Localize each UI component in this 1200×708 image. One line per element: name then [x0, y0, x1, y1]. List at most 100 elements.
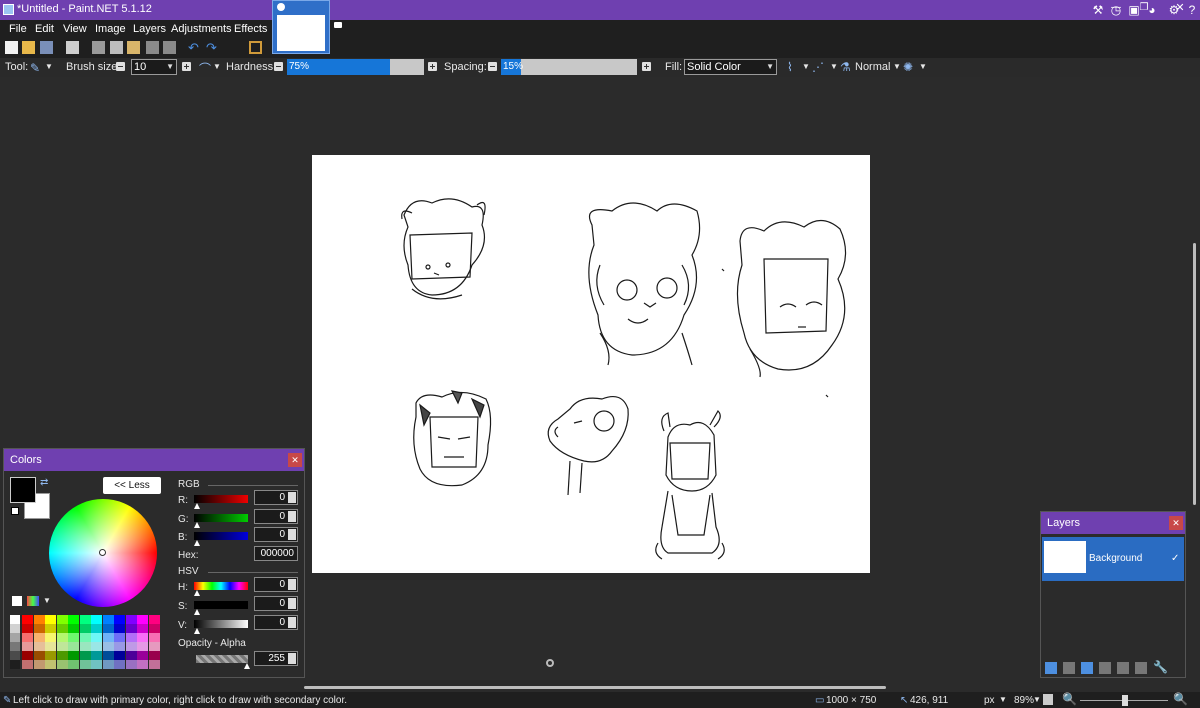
palette-swatch[interactable]: [33, 615, 45, 624]
palette-swatch[interactable]: [125, 624, 137, 633]
menu-adjustments[interactable]: Adjustments: [171, 23, 232, 35]
palette-swatch[interactable]: [22, 624, 33, 633]
undo-icon[interactable]: ↶: [188, 41, 201, 54]
alpha-input[interactable]: 255: [254, 651, 298, 666]
b-slider-thumb[interactable]: [194, 540, 200, 546]
horizontal-scrollbar[interactable]: [304, 686, 886, 689]
palette-swatch[interactable]: [10, 633, 20, 642]
palette-swatch[interactable]: [137, 633, 148, 642]
s-slider[interactable]: [194, 601, 248, 609]
palette-swatch[interactable]: [91, 624, 102, 633]
menu-layers[interactable]: Layers: [133, 23, 166, 35]
move-layer-up-icon[interactable]: [1117, 662, 1129, 674]
palette-swatch[interactable]: [137, 642, 148, 651]
add-to-palette-icon[interactable]: [12, 596, 22, 606]
palette-dropdown-icon[interactable]: ▼: [43, 596, 51, 605]
layers-close-button[interactable]: ✕: [1169, 516, 1183, 530]
palette-swatch[interactable]: [10, 651, 20, 660]
brush-size-increase-button[interactable]: [182, 62, 191, 71]
palette-swatch[interactable]: [125, 642, 137, 651]
palette-swatch[interactable]: [125, 651, 137, 660]
reset-colors-icon[interactable]: [11, 507, 19, 515]
palette-swatch[interactable]: [22, 615, 33, 624]
palette-swatch[interactable]: [114, 633, 125, 642]
less-button[interactable]: << Less: [103, 477, 161, 494]
palette-swatch[interactable]: [45, 660, 56, 669]
h-input[interactable]: 0: [254, 577, 298, 592]
zoom-value[interactable]: 89%: [1014, 695, 1034, 706]
palette-swatch[interactable]: [33, 660, 45, 669]
menu-image[interactable]: Image: [95, 23, 126, 35]
r-slider-thumb[interactable]: [194, 503, 200, 509]
palette-swatch[interactable]: [137, 660, 148, 669]
menu-file[interactable]: File: [9, 23, 27, 35]
palette-swatch[interactable]: [148, 660, 160, 669]
palette-swatch[interactable]: [137, 651, 148, 660]
palette-swatch[interactable]: [102, 660, 114, 669]
layers-window-header[interactable]: Layers ✕: [1041, 512, 1185, 534]
unit-selector[interactable]: px: [984, 695, 995, 706]
blend-dropdown-icon[interactable]: ▼: [802, 62, 810, 71]
palette-swatch[interactable]: [22, 633, 33, 642]
palette-swatch[interactable]: [79, 651, 91, 660]
g-slider-thumb[interactable]: [194, 522, 200, 528]
b-slider[interactable]: [194, 532, 248, 540]
palette-swatch[interactable]: [45, 642, 56, 651]
zoom-dropdown-icon[interactable]: ▼: [1033, 695, 1041, 704]
palette-swatch[interactable]: [102, 633, 114, 642]
zoom-slider-thumb[interactable]: [1122, 695, 1128, 706]
spacing-decrease-button[interactable]: [488, 62, 497, 71]
redo-icon[interactable]: ↷: [206, 41, 219, 54]
r-slider[interactable]: [194, 495, 248, 503]
r-input[interactable]: 0: [254, 490, 298, 505]
palette-swatch[interactable]: [148, 615, 160, 624]
palette-swatch[interactable]: [56, 651, 68, 660]
fill-dropdown[interactable]: Solid Color ▼: [684, 59, 777, 75]
unit-dropdown-icon[interactable]: ▼: [999, 695, 1007, 704]
deselect-icon[interactable]: [163, 41, 176, 54]
palette-swatch[interactable]: [125, 615, 137, 624]
hardness-increase-button[interactable]: [428, 62, 437, 71]
paste-icon[interactable]: [127, 41, 140, 54]
vertical-scrollbar[interactable]: [1193, 243, 1196, 505]
palette-swatch[interactable]: [102, 651, 114, 660]
canvas-handle-icon[interactable]: [546, 659, 554, 667]
palette-swatch[interactable]: [79, 615, 91, 624]
layer-properties-icon[interactable]: 🔧: [1153, 660, 1168, 674]
zoom-fit-icon[interactable]: [1043, 694, 1053, 705]
selection-mode-dropdown-icon[interactable]: ▼: [830, 62, 838, 71]
restore-button[interactable]: ❐: [1136, 0, 1152, 16]
move-layer-down-icon[interactable]: [1135, 662, 1147, 674]
menu-edit[interactable]: Edit: [35, 23, 54, 35]
primary-color-swatch[interactable]: [10, 477, 36, 503]
palette-swatch[interactable]: [79, 624, 91, 633]
palette-swatch[interactable]: [45, 651, 56, 660]
zoom-in-icon[interactable]: 🔍: [1173, 692, 1188, 706]
palette-swatch[interactable]: [33, 633, 45, 642]
palette-swatch[interactable]: [56, 615, 68, 624]
palette-swatch[interactable]: [91, 651, 102, 660]
palette-swatch[interactable]: [102, 642, 114, 651]
minimize-button[interactable]: —: [1108, 0, 1124, 16]
palette-swatch[interactable]: [33, 651, 45, 660]
s-input[interactable]: 0: [254, 596, 298, 611]
palette-swatch[interactable]: [148, 633, 160, 642]
brush-shape-icon[interactable]: ✺: [903, 60, 913, 74]
tab-dropdown-icon[interactable]: [334, 22, 342, 28]
g-slider[interactable]: [194, 514, 248, 522]
palette-swatch[interactable]: [91, 642, 102, 651]
palette-swatch[interactable]: [91, 660, 102, 669]
merge-layer-icon[interactable]: [1099, 662, 1111, 674]
palette-swatch[interactable]: [10, 624, 20, 633]
layer-row[interactable]: Background ✓: [1042, 537, 1184, 581]
palette-swatch[interactable]: [56, 660, 68, 669]
palette-swatch[interactable]: [102, 615, 114, 624]
palette-swatch[interactable]: [68, 642, 79, 651]
open-file-icon[interactable]: [22, 41, 35, 54]
h-slider-thumb[interactable]: [194, 590, 200, 596]
hardness-slider[interactable]: 75%: [287, 59, 424, 75]
palette-swatch[interactable]: [114, 615, 125, 624]
palette-swatch[interactable]: [68, 615, 79, 624]
alpha-slider[interactable]: [196, 655, 248, 663]
color-wheel[interactable]: [49, 499, 157, 607]
